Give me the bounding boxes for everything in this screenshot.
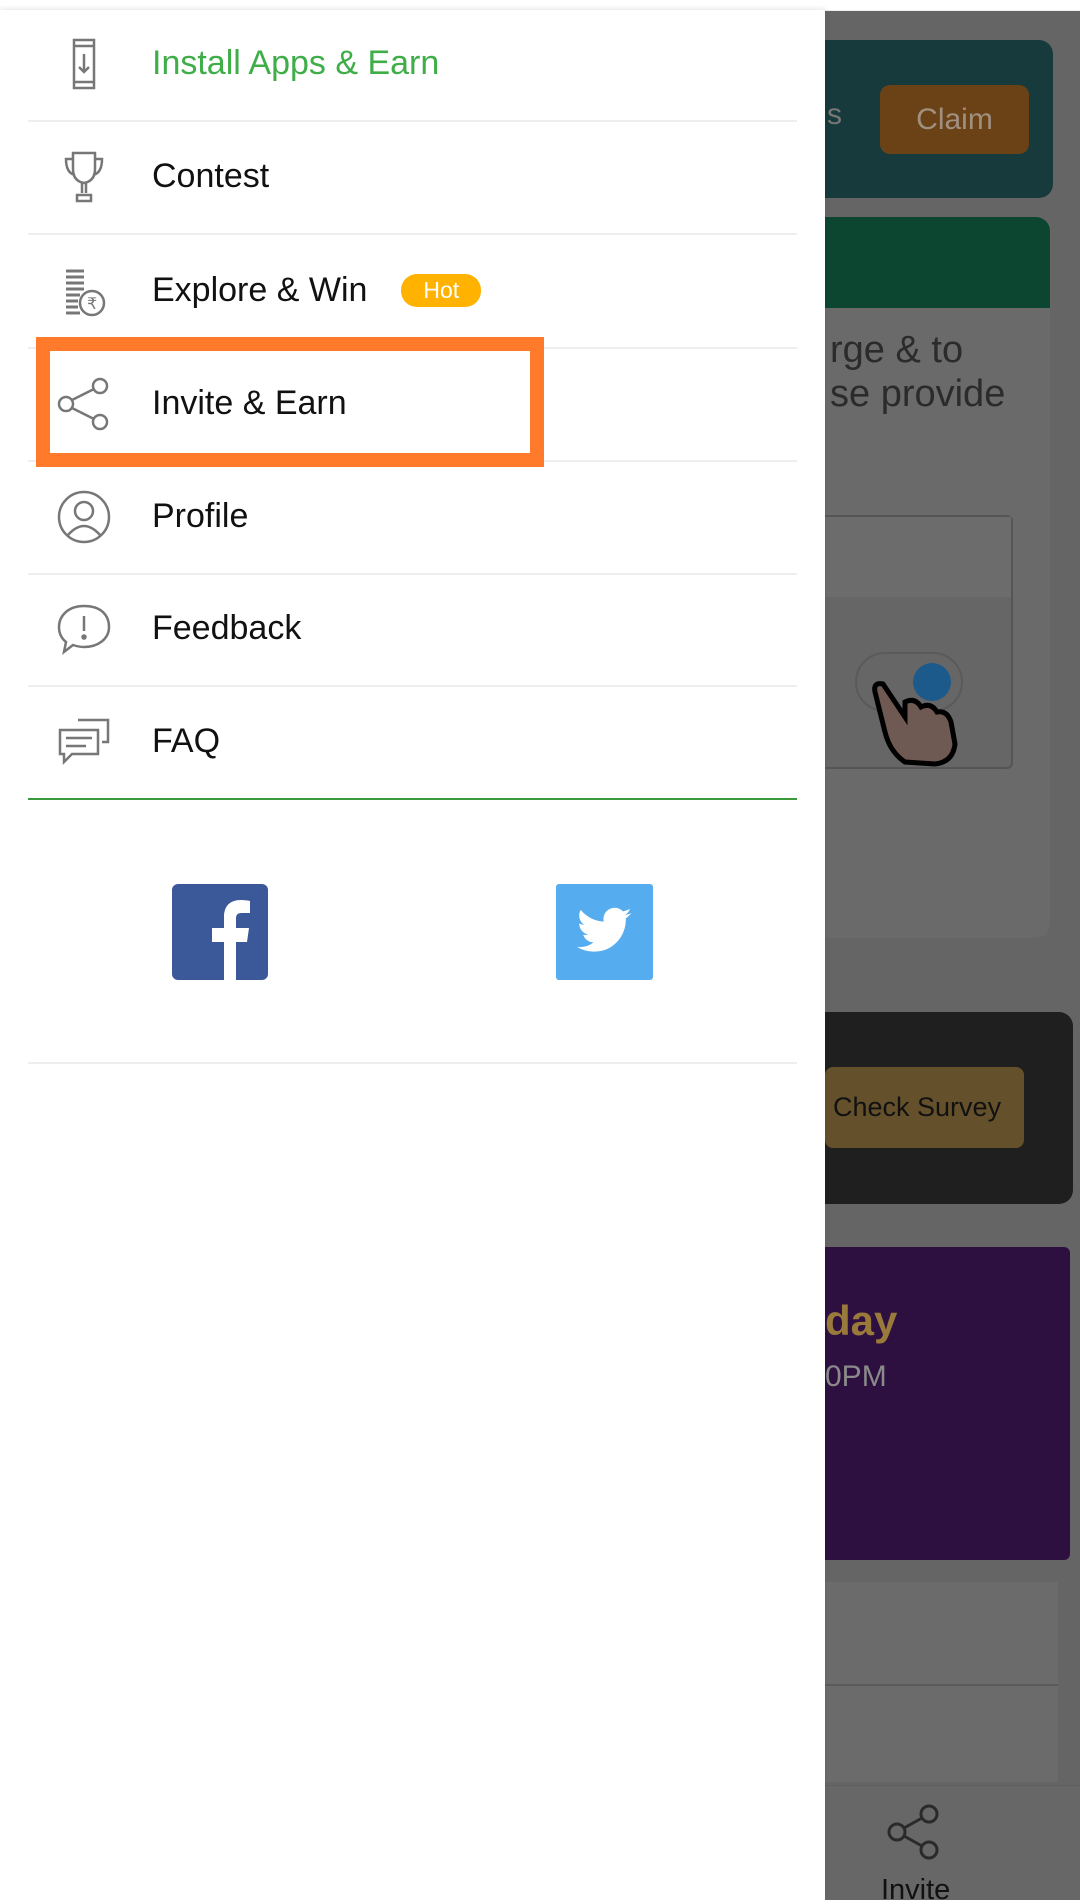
trophy-icon [64, 151, 104, 203]
menu-item-contest[interactable]: Contest [28, 121, 797, 235]
bottom-nav: Invite [825, 1785, 1080, 1900]
menu-item-text: Explore & Win [152, 271, 368, 309]
divider [28, 1062, 797, 1064]
menu-item-label: FAQ [152, 722, 221, 760]
menu-item-feedback[interactable]: Feedback [28, 573, 797, 687]
dimmed-main-screen[interactable]: s Claim rge & to se provide Check Survey… [825, 10, 1080, 1900]
hot-badge: Hot [401, 273, 482, 307]
offer-card: rge & to se provide [825, 217, 1050, 938]
navigation-drawer: Install Apps & Earn Contest ₹ Explore & … [0, 10, 825, 1900]
promo-title: day [825, 1297, 898, 1344]
survey-card: Check Survey [825, 1012, 1073, 1204]
menu-item-label: Install Apps & Earn [152, 44, 440, 82]
claim-button[interactable]: Claim [880, 85, 1029, 154]
offer-text: rge & to [830, 329, 964, 371]
toggle-demo-box [825, 515, 1013, 769]
reward-card: s Claim [825, 40, 1053, 198]
promo-banner[interactable]: day 0PM [825, 1247, 1070, 1560]
menu-item-faq[interactable]: FAQ [28, 686, 797, 800]
svg-text:₹: ₹ [87, 294, 97, 313]
nav-invite[interactable]: Invite [855, 1786, 975, 1900]
share-icon [887, 1804, 939, 1860]
nav-invite-label: Invite [881, 1874, 951, 1900]
coins-rupee-icon: ₹ [66, 269, 106, 317]
facebook-button[interactable] [172, 884, 268, 980]
list-area [825, 1582, 1058, 1782]
hand-pointer-icon [872, 681, 958, 767]
check-survey-button[interactable]: Check Survey [825, 1067, 1024, 1148]
menu-item-label: Profile [152, 497, 249, 535]
feedback-icon [57, 604, 111, 656]
twitter-icon [576, 907, 632, 952]
card-text: s [827, 98, 842, 131]
highlight-box [36, 337, 544, 467]
menu-item-explore-win[interactable]: ₹ Explore & Win Hot [28, 235, 797, 349]
offer-text: se provide [830, 373, 1006, 415]
install-app-icon [72, 38, 96, 90]
menu-item-label: Feedback [152, 609, 302, 647]
menu-item-profile[interactable]: Profile [28, 461, 797, 575]
offer-card-header [825, 217, 1050, 308]
menu-item-install-apps[interactable]: Install Apps & Earn [28, 8, 797, 122]
menu-item-label: Explore & Win Hot [152, 271, 482, 310]
chat-icon [58, 718, 110, 766]
facebook-icon [212, 900, 250, 980]
user-circle-icon [57, 490, 111, 544]
promo-time: 0PM [825, 1360, 887, 1393]
menu-item-label: Contest [152, 157, 270, 195]
twitter-button[interactable] [556, 884, 653, 980]
